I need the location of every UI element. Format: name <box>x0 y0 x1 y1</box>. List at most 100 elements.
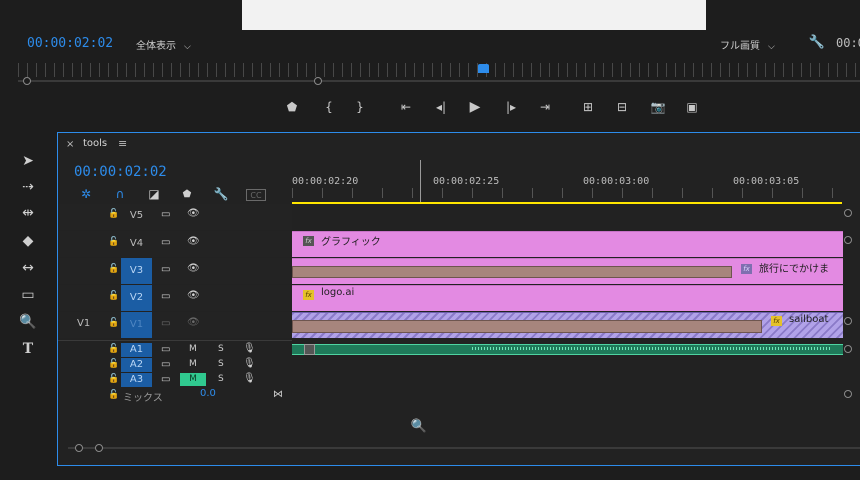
film-icon[interactable]: ▭ <box>161 209 170 220</box>
microphone-icon[interactable]: 🎙 <box>243 373 256 384</box>
solo-a3-button[interactable]: S <box>218 374 224 384</box>
bow-tie-icon[interactable]: ⋈ <box>273 389 283 400</box>
insert-icon[interactable]: ⊞ <box>579 98 597 116</box>
scroll-handle[interactable] <box>844 317 852 325</box>
step-forward-icon[interactable]: |▸ <box>502 98 520 116</box>
program-playhead[interactable] <box>478 64 489 73</box>
film-icon[interactable]: ▭ <box>161 237 170 248</box>
play-icon[interactable]: ▶ <box>466 98 484 116</box>
timeline-playhead[interactable] <box>420 160 421 202</box>
lock-icon[interactable]: 🔓 <box>108 390 119 400</box>
track-row-v1 <box>58 312 292 338</box>
selection-icon[interactable]: ➤ <box>18 152 38 170</box>
mute-a3-button[interactable]: M <box>180 373 206 386</box>
mix-value[interactable]: 0.0 <box>200 388 216 399</box>
quality-dropdown[interactable]: フル画質 ⌵ <box>720 37 775 52</box>
lock-icon[interactable]: 🔓 <box>108 209 119 219</box>
lock-icon[interactable]: 🔓 <box>108 291 119 301</box>
time-ruler[interactable] <box>292 188 842 198</box>
wrench-icon[interactable]: 🔧 <box>808 34 826 50</box>
film-icon[interactable]: ▭ <box>161 291 170 302</box>
clip-travel[interactable]: fx 旅行にでかけま <box>292 258 843 284</box>
zoom-icon[interactable]: 🔍 <box>18 313 38 331</box>
scroll-handle[interactable] <box>95 444 103 452</box>
eye-icon[interactable]: 👁 <box>187 208 200 219</box>
timeline-timecode[interactable]: 00:00:02:02 <box>74 164 167 180</box>
clip-sailboat[interactable]: fx sailboat <box>292 312 843 338</box>
zoom-handle-left[interactable] <box>23 77 31 85</box>
track-name-v1[interactable]: V1 <box>121 312 152 338</box>
add-marker-icon[interactable]: ⬟ <box>178 186 196 202</box>
film-icon[interactable]: ▭ <box>161 344 170 355</box>
eye-icon[interactable]: 👁 <box>187 317 200 328</box>
step-back-icon[interactable]: ◂| <box>432 98 450 116</box>
film-icon[interactable]: ▭ <box>161 374 170 385</box>
lock-icon[interactable]: 🔓 <box>108 344 119 354</box>
lock-icon[interactable]: 🔓 <box>108 237 119 247</box>
source-patch-v1[interactable]: V1 <box>77 318 90 329</box>
track-select-icon[interactable]: ⇢ <box>18 178 38 196</box>
eye-icon[interactable]: 👁 <box>187 290 200 301</box>
clip-graphic[interactable]: fx グラフィック <box>292 231 843 257</box>
linked-selection-icon[interactable]: ◪ <box>145 186 163 202</box>
film-icon[interactable]: ▭ <box>161 318 170 329</box>
microphone-icon[interactable]: 🎙 <box>243 343 256 354</box>
panel-menu-icon[interactable]: ≡ <box>118 137 127 150</box>
lock-icon[interactable]: 🔓 <box>108 264 119 274</box>
film-icon[interactable]: ▭ <box>161 264 170 275</box>
track-name-v4[interactable]: V4 <box>121 236 152 252</box>
snap-icon[interactable]: ∩ <box>111 186 129 202</box>
program-ruler[interactable] <box>18 63 860 77</box>
sequence-tab[interactable]: tools <box>83 138 107 149</box>
scroll-handle[interactable] <box>844 390 852 398</box>
eye-icon[interactable]: 👁 <box>187 236 200 247</box>
track-name-a2[interactable]: A2 <box>121 358 152 372</box>
razor-icon[interactable]: ◆ <box>18 232 38 250</box>
lock-icon[interactable]: 🔓 <box>108 374 119 384</box>
clip-logo[interactable]: fx logo.ai <box>292 285 843 311</box>
slip-icon[interactable]: ↔ <box>18 259 38 277</box>
rectangle-icon[interactable]: ▭ <box>18 286 38 304</box>
track-name-v2[interactable]: V2 <box>121 285 152 311</box>
audio-clip-a1[interactable] <box>292 344 843 355</box>
close-tab-button[interactable]: × <box>66 139 74 150</box>
scroll-handle[interactable] <box>75 444 83 452</box>
fit-dropdown[interactable]: 全体表示 ⌵ <box>136 37 191 52</box>
camera-icon[interactable]: 📷 <box>649 98 667 116</box>
lock-icon[interactable]: 🔓 <box>108 359 119 369</box>
microphone-icon[interactable]: 🎙 <box>243 358 256 369</box>
mute-a1-button[interactable]: M <box>189 344 197 354</box>
work-area-bar[interactable] <box>292 202 842 204</box>
solo-a1-button[interactable]: S <box>218 344 224 354</box>
ripple-edit-icon[interactable]: ⇹ <box>18 204 38 222</box>
go-to-in-icon[interactable]: ⇤ <box>397 98 415 116</box>
scroll-handle[interactable] <box>844 236 852 244</box>
nest-icon[interactable]: ✲ <box>77 186 95 202</box>
mute-a2-button[interactable]: M <box>189 359 197 369</box>
captions-icon[interactable]: CC <box>246 189 266 201</box>
mark-out-icon[interactable]: } <box>351 98 369 116</box>
scroll-handle[interactable] <box>844 209 852 217</box>
add-marker-icon[interactable]: ⬟ <box>283 98 301 116</box>
wrench-icon[interactable]: 🔧 <box>212 186 230 202</box>
track-name-v5[interactable]: V5 <box>121 208 152 224</box>
mark-in-icon[interactable]: { <box>320 98 338 116</box>
track-name-v3[interactable]: V3 <box>121 258 152 284</box>
eye-icon[interactable]: 👁 <box>187 263 200 274</box>
horizontal-scrollbar[interactable] <box>68 447 860 449</box>
program-zoom-bar[interactable] <box>18 80 860 82</box>
program-timecode[interactable]: 00:00:02:02 <box>27 36 113 51</box>
zoom-handle-right[interactable] <box>314 77 322 85</box>
ruler-tick-label: 00:00:03:05 <box>733 176 800 187</box>
track-name-a1[interactable]: A1 <box>121 343 152 357</box>
compare-view-icon[interactable]: ▣ <box>683 98 701 116</box>
type-icon[interactable]: T <box>18 340 38 358</box>
lock-icon[interactable]: 🔓 <box>108 318 119 328</box>
go-to-out-icon[interactable]: ⇥ <box>536 98 554 116</box>
scroll-handle[interactable] <box>844 345 852 353</box>
film-icon[interactable]: ▭ <box>161 359 170 370</box>
track-name-a3[interactable]: A3 <box>121 373 152 387</box>
overwrite-icon[interactable]: ⊟ <box>613 98 631 116</box>
quality-label: フル画質 <box>720 41 760 52</box>
solo-a2-button[interactable]: S <box>218 359 224 369</box>
